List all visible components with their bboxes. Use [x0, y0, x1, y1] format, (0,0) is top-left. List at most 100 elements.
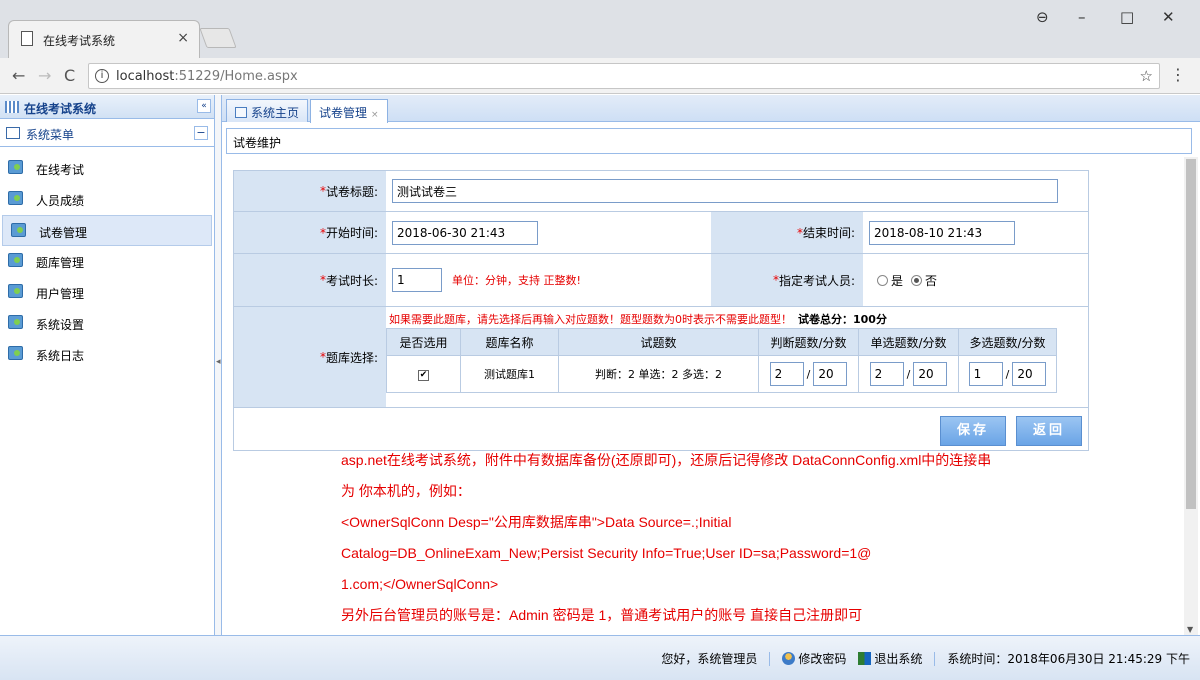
- home-icon: [235, 107, 247, 118]
- note-line: 另外后台管理员的账号是：Admin 密码是 1，普通考试用户的账号 直接自己注册…: [341, 607, 863, 623]
- sidebar-title: 在线考试系统: [24, 102, 97, 116]
- collapse-sidebar-button[interactable]: «: [197, 99, 211, 113]
- multi-count-input[interactable]: [968, 362, 1003, 386]
- bank-note-text: 如果需要此题库，请先选择后再输入对应题数！题型题数为0时表示不需要此题型！: [389, 313, 792, 326]
- status-inner: 您好，系统管理员 修改密码 退出系统 系统时间：2018年06月30日 21:4…: [661, 650, 1190, 667]
- menu-item-icon: [8, 253, 23, 267]
- info-icon[interactable]: i: [95, 69, 109, 83]
- single-count-input[interactable]: [869, 362, 904, 386]
- end-time-label: * 结束时间:: [711, 212, 863, 253]
- assign-label: * 指定考试人员:: [711, 254, 863, 306]
- assign-yes-radio[interactable]: [877, 274, 888, 286]
- url-input[interactable]: i localhost:51229/Home.aspx ☆: [88, 63, 1160, 89]
- title-value-cell: [386, 171, 1088, 211]
- system-time: 系统时间：2018年06月30日 21:45:29 下午: [947, 650, 1190, 667]
- col-header: 试题数: [558, 328, 759, 356]
- table-row: ✔ 测试题库1 判断：2 单选：2 多选：2 / / /: [386, 355, 1057, 393]
- slash: /: [906, 367, 911, 381]
- sidebar-header: 在线考试系统 «: [0, 95, 214, 119]
- tab-close-icon[interactable]: ×: [371, 110, 379, 120]
- setup-notes: asp.net在线考试系统，附件中有数据库备份(还原即可)，还原后记得修改 Da…: [341, 445, 1061, 631]
- duration-cell: 单位：分钟，支持 正整数!: [386, 254, 711, 306]
- assign-no-label: 否: [925, 273, 938, 288]
- judge-count-input[interactable]: [769, 362, 804, 386]
- maximize-button[interactable]: □: [1120, 8, 1134, 26]
- minimize-button[interactable]: –: [1078, 8, 1086, 26]
- bank-question-count: 判断：2 单选：2 多选：2: [558, 355, 759, 393]
- sidebar-item-label: 人员成绩: [36, 194, 85, 208]
- sidebar-item-label: 试卷管理: [39, 226, 88, 240]
- bookmark-star-icon[interactable]: ☆: [1140, 67, 1153, 85]
- scroll-down-icon[interactable]: ▼: [1187, 625, 1193, 634]
- time-label: 系统时间：: [947, 652, 1008, 666]
- browser-tab[interactable]: 在线考试系统 ×: [8, 20, 200, 58]
- save-button[interactable]: 保存: [940, 416, 1006, 446]
- browser-menu-icon[interactable]: ⋮: [1170, 65, 1186, 84]
- minimize-menu-button[interactable]: −: [194, 126, 208, 140]
- sidebar-item-label: 用户管理: [36, 287, 85, 301]
- judge-score-input[interactable]: [813, 362, 848, 386]
- assign-no-radio[interactable]: [911, 274, 923, 286]
- system-menu-header[interactable]: 系统菜单 −: [0, 119, 214, 147]
- new-tab-button[interactable]: [199, 28, 237, 48]
- back-button[interactable]: ←: [12, 66, 25, 85]
- splitter-grip-icon[interactable]: ◂: [216, 357, 221, 367]
- form-row-duration: *考试时长: 单位：分钟，支持 正整数! *指定考试人员: 是 否: [234, 254, 1088, 307]
- forward-button[interactable]: →: [38, 66, 51, 85]
- time-value: 2018年06月30日 21:45:29 下午: [1007, 652, 1190, 666]
- scrollbar-thumb[interactable]: [1186, 159, 1196, 509]
- change-password-link[interactable]: 修改密码: [782, 650, 846, 667]
- paper-title-input[interactable]: [392, 179, 1058, 203]
- duration-label-text: 考试时长:: [325, 273, 378, 288]
- tab-close-icon[interactable]: ×: [177, 30, 189, 46]
- logout-link[interactable]: 退出系统: [858, 650, 922, 667]
- bank-table-header: 是否选用 题库名称 试题数 判断题数/分数 单选题数/分数 多选题数/分数: [386, 328, 1057, 356]
- system-menu-title: 系统菜单: [26, 128, 75, 142]
- sidebar-item-users[interactable]: 用户管理: [0, 277, 214, 308]
- form-row-time: *开始时间: *结束时间:: [234, 212, 1088, 254]
- change-password-label: 修改密码: [798, 652, 847, 666]
- user-icon: [782, 652, 796, 665]
- bank-select-checkbox[interactable]: ✔: [418, 370, 429, 381]
- content-tabstrip: 系统主页 试卷管理 ×: [222, 95, 1200, 123]
- bank-name: 测试题库1: [460, 355, 559, 393]
- start-time-label-text: 开始时间:: [325, 226, 378, 240]
- sidebar-item-paper-management[interactable]: 试卷管理: [2, 215, 212, 246]
- col-header: 判断题数/分数: [758, 328, 859, 356]
- menu-item-icon: [8, 346, 23, 360]
- logout-label: 退出系统: [874, 652, 923, 666]
- menu-item-icon: [8, 284, 23, 298]
- end-time-input[interactable]: [869, 220, 1015, 245]
- reload-button[interactable]: C: [64, 66, 75, 85]
- vertical-scrollbar[interactable]: ▼: [1184, 157, 1198, 635]
- menu-item-icon: [8, 160, 23, 174]
- sidebar-item-scores[interactable]: 人员成绩: [0, 184, 214, 215]
- multi-score-input[interactable]: [1012, 362, 1047, 386]
- slash: /: [806, 367, 811, 381]
- start-time-label: * 开始时间:: [234, 212, 386, 253]
- menu-item-icon: [8, 315, 23, 329]
- sidebar-item-settings[interactable]: 系统设置: [0, 308, 214, 339]
- paper-form: *试卷标题: *开始时间: *结束时间:: [233, 170, 1089, 451]
- single-score-input[interactable]: [913, 362, 948, 386]
- close-window-button[interactable]: ✕: [1162, 8, 1175, 26]
- bank-table: 是否选用 题库名称 试题数 判断题数/分数 单选题数/分数 多选题数/分数 ✔ …: [386, 328, 1057, 393]
- back-button[interactable]: 返回: [1016, 416, 1082, 446]
- menu-item-icon: [8, 191, 23, 205]
- sidebar-item-label: 题库管理: [36, 256, 85, 270]
- scroll-area[interactable]: *试卷标题: *开始时间: *结束时间:: [226, 157, 1180, 635]
- sidebar-item-question-bank[interactable]: 题库管理: [0, 246, 214, 277]
- separator: [934, 651, 936, 666]
- sidebar-item-logs[interactable]: 系统日志: [0, 339, 214, 370]
- url-text[interactable]: localhost:51229/Home.aspx: [116, 69, 298, 84]
- duration-input[interactable]: [392, 268, 442, 292]
- tab-paper-management[interactable]: 试卷管理 ×: [310, 99, 388, 123]
- col-header: 是否选用: [386, 328, 461, 356]
- col-header: 多选题数/分数: [958, 328, 1057, 356]
- sidebar-item-online-exam[interactable]: 在线考试: [0, 153, 214, 184]
- sidebar-splitter[interactable]: ◂: [215, 95, 222, 635]
- sidebar-item-label: 在线考试: [36, 163, 85, 177]
- tab-home[interactable]: 系统主页: [226, 99, 309, 122]
- account-icon[interactable]: ⊖: [1036, 8, 1049, 26]
- start-time-input[interactable]: [392, 220, 538, 245]
